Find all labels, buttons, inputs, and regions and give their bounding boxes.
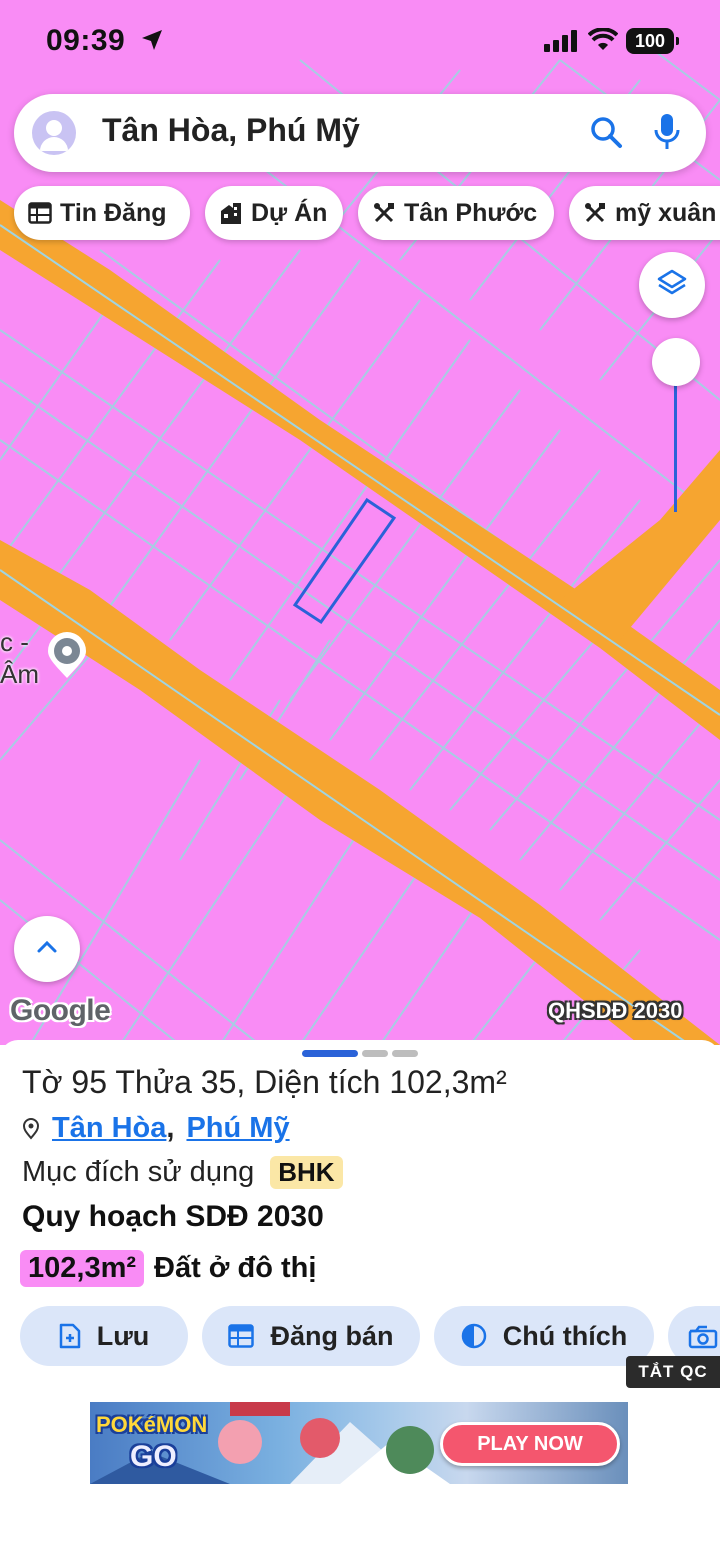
- city-link[interactable]: Phú Mỹ: [186, 1112, 289, 1145]
- filter-chips: Tin Đăng Dự Án Tân Phước mỹ xuân: [0, 186, 720, 242]
- chip-label: Tân Phước: [404, 198, 538, 227]
- plan-title: Quy hoạch SDĐ 2030: [22, 1200, 324, 1233]
- expand-sheet-button[interactable]: [14, 916, 80, 982]
- chip-label: mỹ xuân: [615, 198, 717, 227]
- place-pin-icon[interactable]: [46, 632, 88, 685]
- parcel-address: Tân Hòa , Phú Mỹ: [22, 1112, 290, 1145]
- signal-icon: [544, 30, 578, 57]
- save-doc-icon: [59, 1323, 81, 1349]
- status-time: 09:39: [46, 24, 126, 57]
- chip-label: Dự Án: [251, 198, 328, 227]
- battery-icon: 100: [626, 28, 679, 54]
- chevron-up-icon: [35, 939, 59, 960]
- mic-icon[interactable]: [652, 112, 682, 157]
- map-place-label[interactable]: c - Âm: [0, 626, 39, 690]
- chip-my-xuan[interactable]: mỹ xuân: [569, 186, 720, 240]
- ward-link[interactable]: Tân Hòa: [52, 1112, 166, 1145]
- ad-banner[interactable]: POKéMON GO PLAY NOW: [90, 1402, 628, 1484]
- camera-plus-icon: [688, 1323, 718, 1349]
- ad-logo-go: GO: [130, 1440, 177, 1473]
- usage-row: Mục đích sử dụng BHK: [22, 1156, 343, 1189]
- plan-row: 102,3m² Đất ở đô thị: [20, 1250, 316, 1287]
- map-view[interactable]: 09:39 100 Tân Hòa, Phú Mỹ Tin Đăng Dự Án…: [0, 0, 720, 1045]
- search-icon[interactable]: [588, 114, 624, 155]
- chip-tin-dang[interactable]: Tin Đăng: [14, 186, 190, 240]
- chip-tan-phuoc[interactable]: Tân Phước: [358, 186, 554, 240]
- post-sale-button[interactable]: Đăng bán: [202, 1306, 420, 1366]
- table-icon: [28, 202, 52, 224]
- map-layer-badge: QHSDĐ 2030: [548, 998, 683, 1023]
- save-button[interactable]: Lưu: [20, 1306, 188, 1366]
- contrast-icon: [461, 1323, 487, 1349]
- post-sale-label: Đăng bán: [270, 1320, 394, 1351]
- close-ads-button[interactable]: TẮT QC: [626, 1356, 720, 1388]
- google-logo: Google: [10, 994, 111, 1027]
- location-arrow-icon: [140, 28, 164, 57]
- sheet-page-dot: [362, 1050, 388, 1057]
- parcel-title: Tờ 95 Thửa 35, Diện tích 102,3m²: [22, 1064, 507, 1100]
- save-label: Lưu: [96, 1320, 150, 1351]
- wifi-icon: [587, 27, 619, 57]
- search-bar[interactable]: Tân Hòa, Phú Mỹ: [14, 94, 706, 172]
- ad-logo: POKéMON: [96, 1412, 208, 1437]
- usage-code-badge: BHK: [270, 1156, 343, 1189]
- layers-icon: [657, 268, 687, 303]
- tools-icon: [583, 201, 607, 225]
- ad-play-button[interactable]: PLAY NOW: [440, 1422, 620, 1466]
- action-buttons: Lưu Đăng bán Chú thích: [0, 1306, 720, 1366]
- opacity-slider-handle[interactable]: [652, 338, 700, 386]
- plan-type: Đất ở đô thị: [154, 1252, 317, 1284]
- legend-button[interactable]: Chú thích: [434, 1306, 654, 1366]
- search-query[interactable]: Tân Hòa, Phú Mỹ: [102, 112, 360, 149]
- legend-label: Chú thích: [502, 1320, 628, 1351]
- pin-outline-icon: [22, 1117, 40, 1140]
- building-icon: [219, 201, 243, 225]
- chip-du-an[interactable]: Dự Án: [205, 186, 343, 240]
- avatar-icon[interactable]: [32, 111, 76, 155]
- sheet-page-dot: [392, 1050, 418, 1057]
- table-icon: [228, 1324, 255, 1348]
- layers-button[interactable]: [639, 252, 705, 318]
- sheet-handle[interactable]: [302, 1050, 358, 1057]
- status-bar: 09:39 100: [0, 0, 720, 80]
- chip-label: Tin Đăng: [60, 198, 167, 227]
- address-separator: ,: [166, 1112, 175, 1144]
- tools-icon: [372, 201, 396, 225]
- plan-area-chip: 102,3m²: [20, 1250, 145, 1287]
- usage-label: Mục đích sử dụng: [22, 1156, 255, 1188]
